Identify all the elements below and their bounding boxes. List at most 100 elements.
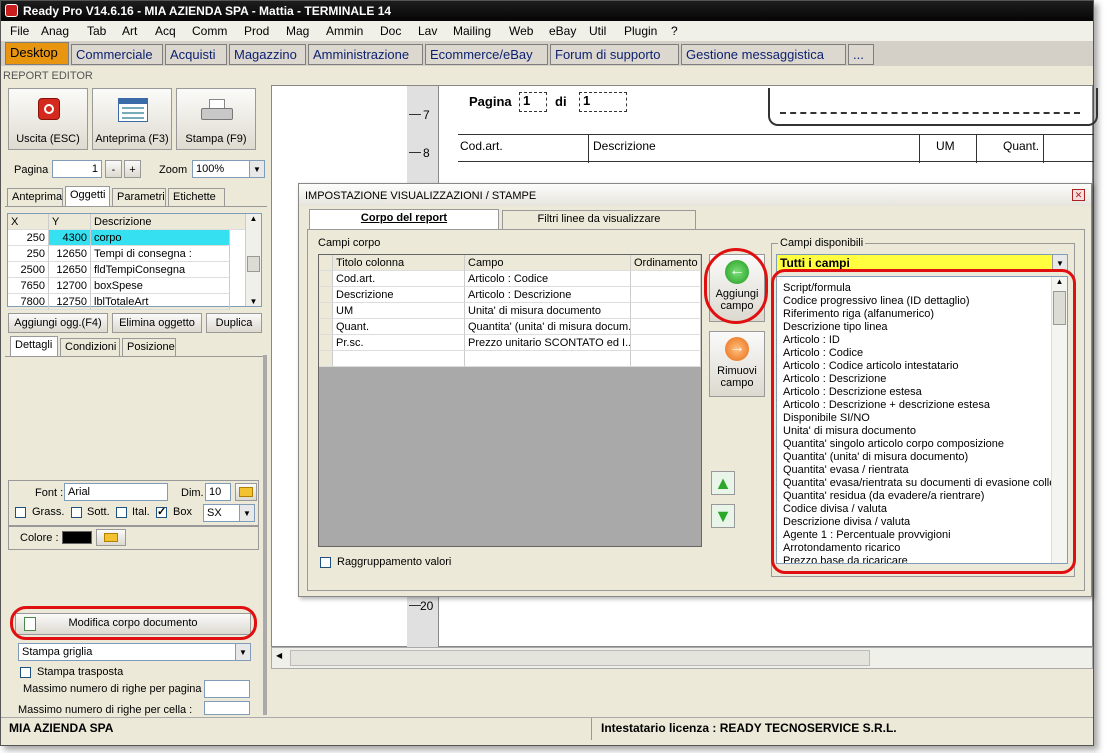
table-row[interactable]: 2500 12650 fldTempiConsegna bbox=[8, 262, 230, 278]
detail-tab-2[interactable]: Posizione bbox=[122, 338, 176, 356]
page-next-button[interactable]: + bbox=[124, 160, 141, 178]
grid-cell[interactable]: UM bbox=[333, 303, 465, 319]
grid-cell[interactable]: Articolo : Descrizione bbox=[465, 287, 631, 303]
menu-item-lav[interactable]: Lav bbox=[418, 24, 437, 38]
tab-8[interactable]: ... bbox=[848, 44, 874, 65]
zoom-select[interactable]: 100% ▼ bbox=[192, 160, 265, 178]
menu-item-util[interactable]: Util bbox=[589, 24, 606, 38]
move-up-icon[interactable]: ▲ bbox=[711, 471, 735, 495]
tab-3[interactable]: Magazzino bbox=[229, 44, 306, 65]
max-rows-cell-input[interactable] bbox=[204, 701, 250, 715]
report-column-header[interactable]: Cod.art. Descrizione UM Quant. bbox=[458, 134, 1094, 163]
grid-cell[interactable]: Prezzo unitario SCONTATO ed I... bbox=[465, 335, 631, 351]
print-grid-select[interactable]: Stampa griglia ▼ bbox=[18, 643, 251, 661]
grid-cell[interactable] bbox=[333, 351, 465, 367]
grid-cell[interactable]: Quant. bbox=[333, 319, 465, 335]
tab-4[interactable]: Amministrazione bbox=[308, 44, 423, 65]
menu-item-web[interactable]: Web bbox=[509, 24, 533, 38]
group-values-checkbox[interactable] bbox=[320, 557, 331, 568]
table-row[interactable]: 250 12650 Tempi di consegna : bbox=[8, 246, 230, 262]
add-object-button[interactable]: Aggiungi ogg.(F4) bbox=[8, 313, 108, 333]
detail-tab-1[interactable]: Condizioni bbox=[60, 338, 120, 356]
left-tab-3[interactable]: Etichette bbox=[168, 188, 225, 206]
row-indicator[interactable] bbox=[319, 335, 333, 351]
tab-line-filters[interactable]: Filtri linee da visualizzare bbox=[502, 210, 696, 229]
scroll-thumb[interactable] bbox=[247, 256, 260, 272]
font-size-input[interactable]: 10 bbox=[205, 483, 231, 501]
menu-item-ebay[interactable]: eBay bbox=[549, 24, 576, 38]
grid-cell[interactable] bbox=[631, 303, 701, 319]
grid-cell[interactable]: Unita' di misura documento bbox=[465, 303, 631, 319]
menu-item-plugin[interactable]: Plugin bbox=[624, 24, 657, 38]
move-down-icon[interactable]: ▼ bbox=[711, 504, 735, 528]
grid-cell[interactable]: Descrizione bbox=[333, 287, 465, 303]
page-prev-button[interactable]: - bbox=[105, 160, 122, 178]
menu-item-tab[interactable]: Tab bbox=[87, 24, 106, 38]
close-icon[interactable]: ✕ bbox=[1072, 189, 1085, 201]
report-hscrollbar[interactable]: ◀ bbox=[271, 647, 1093, 669]
preview-button[interactable]: Anteprima (F3) bbox=[92, 88, 172, 150]
font-input[interactable]: Arial bbox=[64, 483, 168, 501]
menu-item-mag[interactable]: Mag bbox=[286, 24, 309, 38]
page-input[interactable]: 1 bbox=[52, 160, 102, 178]
grid-cell[interactable] bbox=[465, 351, 631, 367]
tab-body-report[interactable]: Corpo del report bbox=[309, 209, 499, 230]
left-tab-2[interactable]: Parametri bbox=[112, 188, 166, 206]
report-total-field[interactable]: 1 bbox=[579, 92, 627, 112]
table-row[interactable]: Descrizione Articolo : Descrizione bbox=[319, 287, 701, 303]
menu-item-ammin[interactable]: Ammin bbox=[326, 24, 363, 38]
menu-item-prod[interactable]: Prod bbox=[244, 24, 269, 38]
grid-cell[interactable]: Quantita' (unita' di misura docum... bbox=[465, 319, 631, 335]
scroll-thumb[interactable] bbox=[290, 650, 870, 666]
left-tab-0[interactable]: Anteprima bbox=[7, 188, 63, 206]
folder-icon[interactable] bbox=[235, 483, 257, 501]
tab-5[interactable]: Ecommerce/eBay bbox=[425, 44, 548, 65]
table-row[interactable] bbox=[319, 351, 701, 367]
print-button[interactable]: Stampa (F9) bbox=[176, 88, 256, 150]
detail-tab-0[interactable]: Dettagli bbox=[10, 336, 58, 356]
grid-cell[interactable] bbox=[631, 335, 701, 351]
exit-button[interactable]: Uscita (ESC) bbox=[8, 88, 88, 150]
grid-cell[interactable]: Cod.art. bbox=[333, 271, 465, 287]
col-header[interactable]: Ordinamento bbox=[631, 255, 701, 271]
folder-icon[interactable] bbox=[96, 529, 126, 546]
row-indicator[interactable] bbox=[319, 271, 333, 287]
report-page-field[interactable]: 1 bbox=[519, 92, 547, 112]
row-indicator[interactable] bbox=[319, 351, 333, 367]
col-header[interactable]: Titolo colonna bbox=[333, 255, 465, 271]
max-rows-page-input[interactable] bbox=[204, 680, 250, 698]
delete-object-button[interactable]: Elimina oggetto bbox=[112, 313, 202, 333]
table-row[interactable]: Quant. Quantita' (unita' di misura docum.… bbox=[319, 319, 701, 335]
align-select[interactable]: SX ▼ bbox=[203, 504, 255, 522]
tab-1[interactable]: Commerciale bbox=[71, 44, 163, 65]
tab-2[interactable]: Acquisti bbox=[165, 44, 227, 65]
grid-cell[interactable]: Pr.sc. bbox=[333, 335, 465, 351]
menu-item-anag[interactable]: Anag bbox=[41, 24, 69, 38]
remove-field-button[interactable]: → Rimuovi campo bbox=[709, 331, 765, 397]
scroll-up-icon[interactable]: ▲ bbox=[246, 214, 261, 223]
row-indicator[interactable] bbox=[319, 319, 333, 335]
tab-0[interactable]: Desktop bbox=[5, 42, 69, 65]
duplicate-button[interactable]: Duplica bbox=[206, 313, 262, 333]
tab-6[interactable]: Forum di supporto bbox=[550, 44, 679, 65]
col-header-x[interactable]: X bbox=[8, 214, 49, 230]
italic-checkbox[interactable] bbox=[116, 507, 127, 518]
grid-cell[interactable] bbox=[631, 319, 701, 335]
row-indicator[interactable] bbox=[319, 287, 333, 303]
menu-item-mailing[interactable]: Mailing bbox=[453, 24, 491, 38]
menu-item-art[interactable]: Art bbox=[122, 24, 137, 38]
report-address-box[interactable] bbox=[768, 88, 1098, 126]
col-header-description[interactable]: Descrizione bbox=[91, 214, 246, 230]
left-tab-1[interactable]: Oggetti bbox=[65, 186, 110, 206]
color-swatch[interactable] bbox=[62, 531, 92, 544]
menu-item-doc[interactable]: Doc bbox=[380, 24, 401, 38]
grid-cell[interactable] bbox=[631, 271, 701, 287]
table-row[interactable]: Pr.sc. Prezzo unitario SCONTATO ed I... bbox=[319, 335, 701, 351]
table-row[interactable]: UM Unita' di misura documento bbox=[319, 303, 701, 319]
col-header-y[interactable]: Y bbox=[49, 214, 91, 230]
grid-cell[interactable]: Articolo : Codice bbox=[465, 271, 631, 287]
objects-grid-scrollbar[interactable]: ▲ ▼ bbox=[245, 214, 261, 306]
tab-7[interactable]: Gestione messaggistica bbox=[681, 44, 846, 65]
table-row[interactable]: 7650 12700 boxSpese bbox=[8, 278, 230, 294]
table-row[interactable]: 250 4300 corpo bbox=[8, 230, 230, 246]
